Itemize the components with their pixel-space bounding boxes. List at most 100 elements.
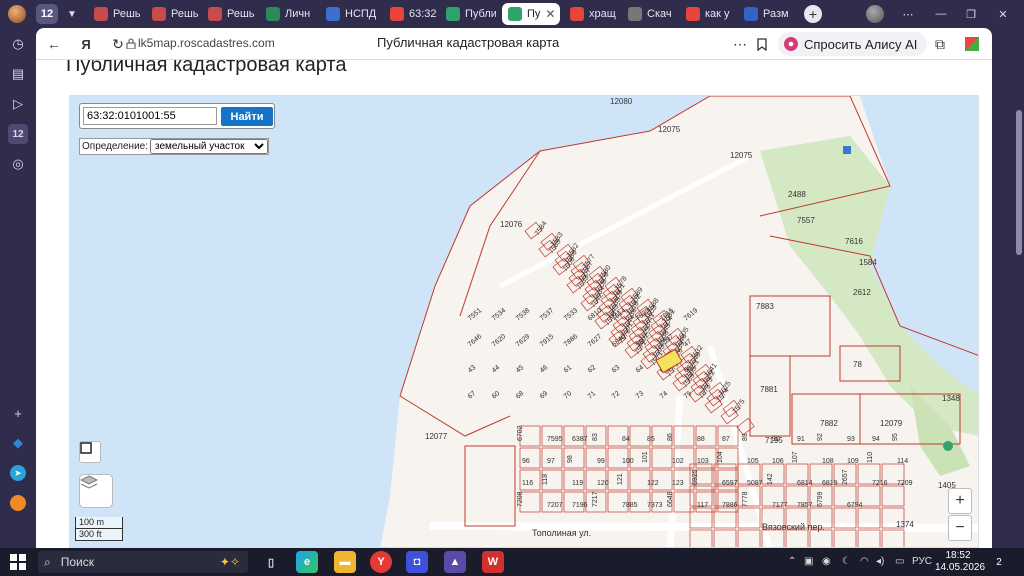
map-canvas[interactable]: 1208012075120751207612077120797883788178… bbox=[70, 96, 979, 548]
more-options-icon[interactable]: ⋯ bbox=[730, 34, 750, 54]
parcel-number-label: 7373 bbox=[647, 502, 663, 509]
history-icon[interactable]: ◷ bbox=[8, 34, 28, 54]
close-tab-icon[interactable]: ✕ bbox=[545, 7, 555, 21]
parcel-number-label: 64 bbox=[635, 364, 646, 374]
parcel-number-label: 83 bbox=[592, 433, 599, 441]
sparkle-icon: ✦✧ bbox=[219, 555, 240, 569]
close-window-icon[interactable]: ✕ bbox=[990, 4, 1016, 24]
parcel-number-label: 61 bbox=[563, 364, 574, 374]
parcel-number-label: 142 bbox=[767, 473, 774, 485]
restore-icon[interactable]: ❐ bbox=[958, 4, 984, 24]
cadastral-number-input[interactable] bbox=[83, 107, 217, 125]
browser-tab[interactable]: НСПД bbox=[320, 3, 378, 25]
tray-chevron-icon[interactable]: ⌃ bbox=[788, 556, 796, 567]
find-button[interactable]: Найти bbox=[221, 107, 273, 126]
parcel-number-label: 7209 bbox=[897, 480, 913, 487]
wps-icon[interactable]: W bbox=[482, 551, 504, 573]
language-indicator[interactable]: РУС bbox=[912, 556, 932, 567]
extensions-icon[interactable]: ⧉ bbox=[930, 34, 950, 54]
clock[interactable]: 18:52 14.05.2026 bbox=[935, 550, 985, 574]
parcel-number-label: 5087 bbox=[747, 480, 763, 487]
notifications-button[interactable]: 2 bbox=[990, 553, 1008, 571]
zoom-in-button[interactable]: + bbox=[948, 488, 972, 514]
parcel-boundary bbox=[651, 447, 673, 469]
battery-icon[interactable]: ▭ bbox=[895, 556, 904, 567]
tray-app-icon-3[interactable]: ☾ bbox=[842, 556, 851, 567]
screenshot-icon[interactable]: ◎ bbox=[8, 154, 28, 174]
browser-tab[interactable]: Пу ✕ bbox=[502, 3, 560, 25]
fullscreen-button[interactable] bbox=[79, 441, 101, 463]
parcel-number-label: 46 bbox=[539, 364, 550, 374]
definition-row: Определение: земельный участок bbox=[79, 138, 270, 155]
yandex-logo-icon[interactable]: Я bbox=[76, 34, 96, 54]
new-tab-button[interactable]: + bbox=[804, 5, 822, 23]
downloads-icon[interactable] bbox=[962, 34, 982, 54]
parcel-number-label: 114 bbox=[897, 458, 908, 465]
parcel-number-label: 85 bbox=[647, 436, 655, 443]
parcel-number-label: 6794 bbox=[847, 502, 863, 509]
chevron-down-icon[interactable]: ▼ bbox=[63, 5, 81, 23]
browser-tab[interactable]: Личн bbox=[260, 3, 314, 25]
parcel-number-label: 69 bbox=[539, 390, 550, 400]
tab-counter-button[interactable]: 12 bbox=[36, 4, 58, 24]
browser-tab[interactable]: Разм bbox=[738, 3, 796, 25]
ask-alice-button[interactable]: Спросить Алису AI bbox=[778, 32, 928, 56]
zoom-out-button[interactable]: − bbox=[948, 515, 972, 541]
minimize-icon[interactable]: — bbox=[928, 4, 954, 24]
more-menu-icon[interactable]: ⋯ bbox=[895, 4, 921, 24]
parcel-number-label: 121 bbox=[617, 473, 624, 485]
wifi-icon[interactable]: ◠ bbox=[860, 556, 869, 567]
bank-icon bbox=[208, 7, 222, 21]
parcel-boundary bbox=[689, 529, 713, 547]
task-view-icon[interactable]: ▯ bbox=[260, 551, 282, 573]
tab-label: Решь bbox=[171, 8, 198, 20]
layers-button[interactable] bbox=[79, 474, 113, 508]
parcel-number-label: 94 bbox=[872, 436, 880, 443]
ok-icon[interactable] bbox=[8, 493, 28, 513]
browser-tab[interactable]: Публи bbox=[440, 3, 496, 25]
start-button[interactable] bbox=[10, 554, 26, 570]
parcel-boundary bbox=[809, 529, 833, 547]
yandex-icon bbox=[390, 7, 404, 21]
yandex-browser-icon[interactable]: Y bbox=[370, 551, 392, 573]
browser-profile-icon[interactable] bbox=[8, 5, 26, 23]
parcel-number-label: 7883 bbox=[756, 302, 774, 311]
lock-icon bbox=[126, 38, 136, 49]
browser-tab[interactable]: как у bbox=[680, 3, 732, 25]
taskbar-search[interactable]: ⌕ Поиск ✦✧ bbox=[38, 551, 248, 573]
messenger-icon[interactable]: ◆ bbox=[8, 433, 28, 453]
browser-tab[interactable]: хращ bbox=[564, 3, 618, 25]
browser-tab[interactable]: 63:32 bbox=[384, 3, 436, 25]
video-icon[interactable]: ▷ bbox=[8, 94, 28, 114]
definition-select[interactable]: земельный участок bbox=[150, 139, 269, 154]
telegram-icon[interactable]: ➤ bbox=[8, 463, 28, 483]
edge-icon[interactable]: e bbox=[296, 551, 318, 573]
parcel-boundary bbox=[881, 485, 905, 507]
messenger-app-icon[interactable]: ◘ bbox=[406, 551, 428, 573]
file-explorer-icon[interactable]: ▬ bbox=[334, 551, 356, 573]
tray-app-icon[interactable]: ▣ bbox=[804, 556, 813, 567]
bookmark-icon[interactable] bbox=[752, 34, 772, 54]
photos-icon[interactable]: ▲ bbox=[444, 551, 466, 573]
cadastral-search-box: Найти bbox=[79, 103, 275, 129]
parcel-number-label: 12077 bbox=[425, 432, 448, 441]
browser-tab[interactable]: Решь bbox=[146, 3, 198, 25]
browser-tab[interactable]: Скач bbox=[622, 3, 674, 25]
parcel-number-label: 100 bbox=[622, 458, 634, 465]
account-avatar[interactable] bbox=[866, 5, 884, 23]
parcel-number-label: 7217 bbox=[592, 491, 599, 507]
scrollbar-thumb[interactable] bbox=[1016, 110, 1022, 255]
road bbox=[498, 153, 752, 289]
browser-tab[interactable]: Решь bbox=[202, 3, 254, 25]
url-field[interactable]: lk5map.roscadastres.com bbox=[138, 36, 275, 50]
tab-count-icon[interactable]: 12 bbox=[8, 124, 28, 144]
browser-tab[interactable]: Решь bbox=[88, 3, 140, 25]
tray-app-icon-2[interactable]: ◉ bbox=[822, 556, 831, 567]
back-button[interactable]: ← bbox=[44, 34, 64, 54]
add-panel-icon[interactable]: + bbox=[8, 403, 28, 423]
parcel-number-label: 108 bbox=[822, 458, 834, 465]
reload-button[interactable]: ↻ bbox=[108, 34, 128, 54]
volume-icon[interactable]: ◂) bbox=[876, 556, 884, 567]
collections-icon[interactable]: ▤ bbox=[8, 64, 28, 84]
cadastral-map[interactable]: 12080 12075 12075 12076 12077 12079 7883 7881 78… bbox=[69, 95, 979, 548]
